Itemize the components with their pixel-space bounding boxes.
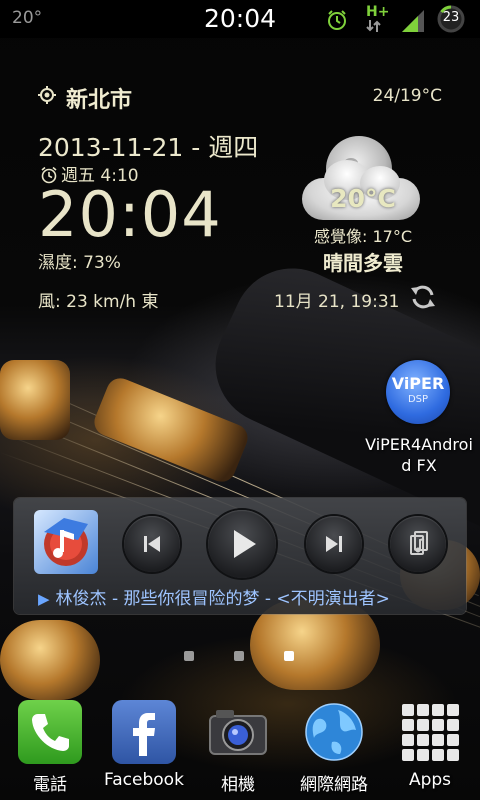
now-playing-track[interactable]: ▶ 林俊杰 - 那些你很冒险的梦 - <不明演出者> bbox=[38, 584, 390, 609]
guitar-bridge bbox=[0, 360, 70, 440]
alarm-icon bbox=[328, 10, 346, 30]
viper-logo-text: ViPER bbox=[391, 374, 445, 393]
play-button[interactable] bbox=[208, 510, 276, 578]
playlist-button[interactable] bbox=[390, 516, 446, 572]
playlist-icon bbox=[410, 531, 428, 555]
viper4android-app-icon[interactable]: ViPER DSP bbox=[386, 360, 450, 424]
weather-city: 新北市 bbox=[66, 88, 133, 113]
now-playing-icon: ▶ bbox=[38, 590, 50, 608]
globe-icon bbox=[302, 700, 366, 764]
weather-feels-like: 感覺像: 17°C bbox=[313, 227, 412, 246]
refresh-icon[interactable] bbox=[408, 282, 438, 312]
viper-label-line2: d FX bbox=[401, 456, 437, 475]
track-title: 林俊杰 - 那些你很冒险的梦 - <不明演出者> bbox=[55, 589, 390, 609]
weather-current-temp: 20°C bbox=[330, 184, 396, 213]
viper4android-app-label[interactable]: ViPER4Androi d FX bbox=[362, 434, 476, 476]
dock-label: 相機 bbox=[221, 775, 255, 795]
signal-icon bbox=[402, 10, 424, 32]
music-player-widget: ▶ 林俊杰 - 那些你很冒险的梦 - <不明演出者> bbox=[14, 498, 466, 614]
weather-temp-range: 24/19°C bbox=[372, 86, 442, 106]
play-icon bbox=[234, 530, 256, 558]
dock-label: Facebook bbox=[104, 770, 184, 790]
page-indicator-dot[interactable] bbox=[234, 651, 244, 661]
album-art[interactable] bbox=[34, 510, 98, 574]
camera-icon bbox=[206, 700, 270, 764]
previous-button[interactable] bbox=[124, 516, 180, 572]
dock-label: 網際網路 bbox=[300, 775, 368, 795]
status-bar: 20° 20:04 H+ 23 bbox=[0, 0, 480, 38]
viper-logo-sub: DSP bbox=[407, 394, 429, 405]
weather-date: 2013-11-21 - 週四 bbox=[38, 133, 259, 162]
weather-humidity: 濕度: 73% bbox=[38, 253, 121, 273]
battery-icon: 23 bbox=[436, 4, 466, 34]
network-hplus-icon: H+ bbox=[366, 4, 390, 20]
next-icon bbox=[326, 536, 342, 552]
location-icon bbox=[38, 86, 56, 104]
dock-apps[interactable]: Apps bbox=[384, 698, 476, 798]
dock-label: Apps bbox=[408, 770, 452, 790]
previous-icon bbox=[144, 536, 160, 552]
weather-wind: 風: 23 km/h 東 bbox=[38, 292, 159, 312]
next-button[interactable] bbox=[306, 516, 362, 572]
page-indicator-dot-active[interactable] bbox=[284, 651, 294, 661]
dock-phone[interactable]: 電話 bbox=[4, 698, 96, 798]
widget-clock[interactable]: 20:04 bbox=[38, 178, 222, 251]
weather-condition: 晴間多雲 bbox=[323, 251, 403, 275]
weather-updated-time: 11月 21, 19:31 bbox=[274, 292, 400, 312]
dock-browser[interactable]: 網際網路 bbox=[288, 698, 380, 798]
dock-label: 電話 bbox=[33, 775, 67, 795]
battery-percentage: 23 bbox=[442, 10, 460, 25]
page-indicator-dot[interactable] bbox=[184, 651, 194, 661]
dock-facebook[interactable]: Facebook bbox=[98, 698, 190, 798]
dock-camera[interactable]: 相機 bbox=[192, 698, 284, 798]
apps-grid-icon bbox=[398, 700, 462, 764]
guitar-knob bbox=[0, 620, 100, 700]
phone-icon bbox=[18, 700, 82, 764]
data-arrows-icon bbox=[366, 20, 381, 32]
music-note-icon bbox=[44, 518, 88, 566]
viper-label-line1: ViPER4Androi bbox=[365, 435, 473, 454]
facebook-icon bbox=[112, 700, 176, 764]
